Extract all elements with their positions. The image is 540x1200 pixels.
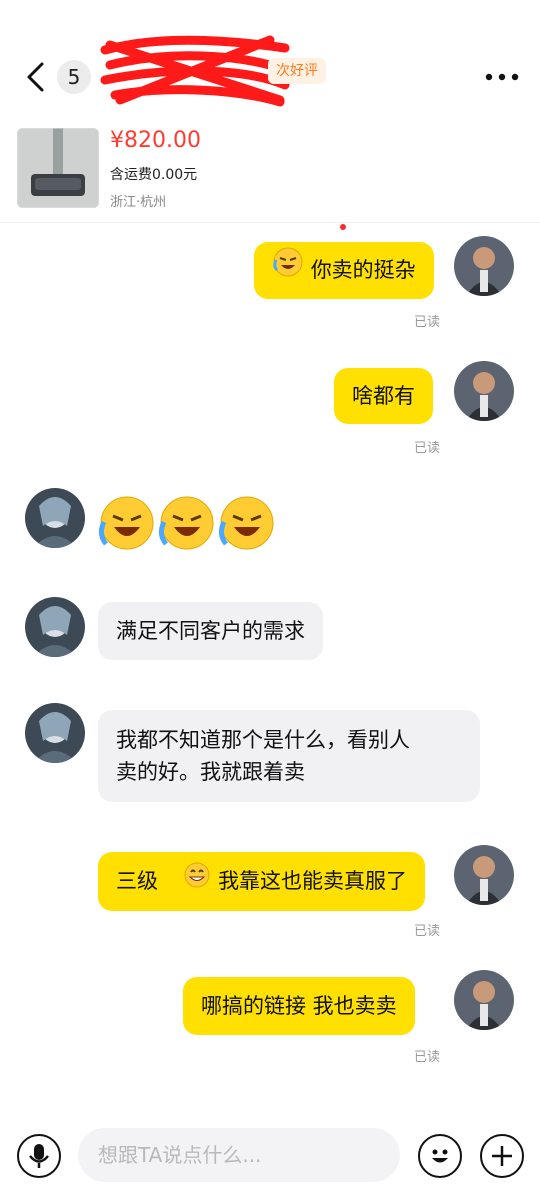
review-tag: 次好评 <box>268 58 326 84</box>
message-input[interactable]: 想跟TA说点什么... <box>78 1128 400 1182</box>
other-avatar[interactable] <box>25 597 85 657</box>
emoji-picker-icon[interactable] <box>418 1134 462 1178</box>
message-text-line-1: 我都不知道那个是什么，看别人 <box>116 728 410 752</box>
message-bubble-me[interactable]: 三级 我靠这也能卖真服了 <box>98 852 426 911</box>
other-avatar[interactable] <box>25 488 85 548</box>
my-avatar[interactable] <box>454 970 514 1030</box>
message-bubble-other[interactable]: 满足不同客户的需求 <box>98 602 323 660</box>
message-bubble-me[interactable]: 你卖的挺杂 <box>254 242 434 299</box>
microphone-icon[interactable] <box>17 1134 61 1178</box>
read-status: 已读 <box>414 1050 441 1065</box>
message-text: 哪搞的链接 我也卖卖 <box>201 994 397 1018</box>
unread-count-badge[interactable]: 5 <box>57 60 91 94</box>
message-text-line-2: 卖的好。我就跟着卖 <box>116 760 305 784</box>
crying-laughing-emoji-icon <box>272 243 304 299</box>
read-status: 已读 <box>414 441 441 456</box>
product-card[interactable]: ¥820.00 含运费0.00元 浙江·杭州 <box>0 120 540 230</box>
message-text: 满足不同客户的需求 <box>116 619 305 643</box>
shipping-fee: 含运费0.00元 <box>110 167 198 183</box>
new-indicator-dot <box>340 224 346 230</box>
read-status: 已读 <box>414 315 441 330</box>
my-avatar[interactable] <box>454 845 514 905</box>
product-price: ¥820.00 <box>110 128 201 153</box>
emoji-message[interactable] <box>98 494 278 552</box>
message-bubble-me[interactable]: 哪搞的链接 我也卖卖 <box>183 977 415 1035</box>
chevron-left-icon[interactable] <box>22 60 50 94</box>
crying-emoji-icon <box>98 496 274 550</box>
message-text: 啥都有 <box>352 384 415 408</box>
product-location: 浙江·杭州 <box>110 195 167 210</box>
my-avatar[interactable] <box>454 361 514 421</box>
message-bubble-other[interactable]: 我都不知道那个是什么，看别人 卖的好。我就跟着卖 <box>98 710 480 802</box>
product-thumbnail[interactable] <box>17 128 99 208</box>
message-prefix: 三级 <box>116 869 158 893</box>
grinning-emoji-icon <box>183 853 211 911</box>
more-dots-icon[interactable] <box>484 62 520 92</box>
chat-header: 5 次好评 <box>0 0 540 120</box>
my-avatar[interactable] <box>454 236 514 296</box>
other-avatar[interactable] <box>25 703 85 763</box>
redacted-name-scribble <box>100 35 290 107</box>
message-text: 你卖的挺杂 <box>310 258 416 282</box>
add-attachment-icon[interactable] <box>480 1134 524 1178</box>
input-bar: 想跟TA说点什么... <box>0 1116 540 1200</box>
input-placeholder: 想跟TA说点什么... <box>98 1143 262 1167</box>
header-divider <box>0 222 540 223</box>
message-text: 我靠这也能卖真服了 <box>218 869 408 893</box>
read-status: 已读 <box>414 924 441 939</box>
message-bubble-me[interactable]: 啥都有 <box>334 368 433 424</box>
